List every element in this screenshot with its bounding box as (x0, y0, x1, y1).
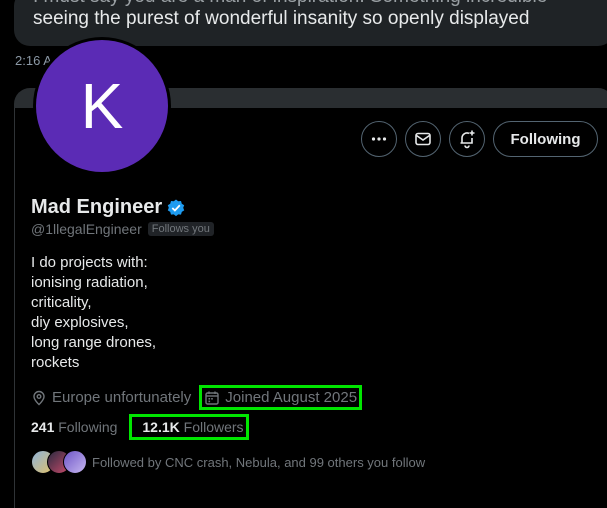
more-button[interactable] (361, 121, 397, 157)
background-message-text: seeing the purest of wonderful insanity … (33, 8, 530, 29)
following-count: 241 (31, 419, 55, 435)
bio: I do projects with: ionising radiation, … (31, 253, 156, 373)
bio-line: I do projects with: (31, 254, 148, 271)
joined-text: Joined August 2025 (225, 389, 358, 406)
follower-avatar (63, 450, 87, 474)
bio-line: ionising radiation, (31, 274, 148, 291)
location-item: Europe unfortunately (31, 389, 191, 406)
message-button[interactable] (405, 121, 441, 157)
background-message-top-line: I must say you are a man of inspiration.… (33, 0, 547, 8)
handle: @1llegalEngineer (31, 221, 142, 237)
followers-label: Followers (183, 419, 244, 435)
follower-avatars (31, 450, 87, 474)
profile-meta-row: Europe unfortunately Joined August 2025 (31, 385, 363, 410)
followers-link[interactable]: 12.1K Followers (129, 414, 249, 440)
display-name: Mad Engineer (31, 196, 163, 218)
bio-line: rockets (31, 354, 80, 371)
followed-by-text: Followed by CNC crash, Nebula, and 99 ot… (92, 454, 426, 470)
calendar-icon (205, 391, 219, 405)
envelope-icon (415, 132, 431, 146)
location-pin-icon (33, 390, 45, 405)
display-name-row: Mad Engineer (31, 196, 186, 219)
followers-count: 12.1K (142, 419, 180, 435)
location-text: Europe unfortunately (52, 389, 192, 406)
avatar-letter: K (80, 70, 124, 142)
avatar[interactable]: K (36, 40, 168, 172)
bio-line: long range drones, (31, 334, 157, 351)
following-label: Following (58, 419, 118, 435)
bell-plus-icon (460, 130, 475, 149)
notify-button[interactable] (449, 121, 485, 157)
more-icon (371, 137, 387, 141)
following-button[interactable]: Following (493, 121, 598, 157)
following-link[interactable]: 241 Following (31, 419, 117, 435)
follows-you-badge: Follows you (147, 222, 214, 236)
stats-row: 241 Following 12.1K Followers (31, 414, 249, 440)
handle-row: @1llegalEngineer Follows you (31, 221, 214, 237)
verified-badge-icon[interactable] (166, 198, 186, 218)
bio-line: criticality, (31, 294, 92, 311)
bio-line: diy explosives, (31, 314, 129, 331)
followed-by-row[interactable]: Followed by CNC crash, Nebula, and 99 ot… (31, 450, 425, 474)
joined-item: Joined August 2025 (199, 385, 363, 410)
